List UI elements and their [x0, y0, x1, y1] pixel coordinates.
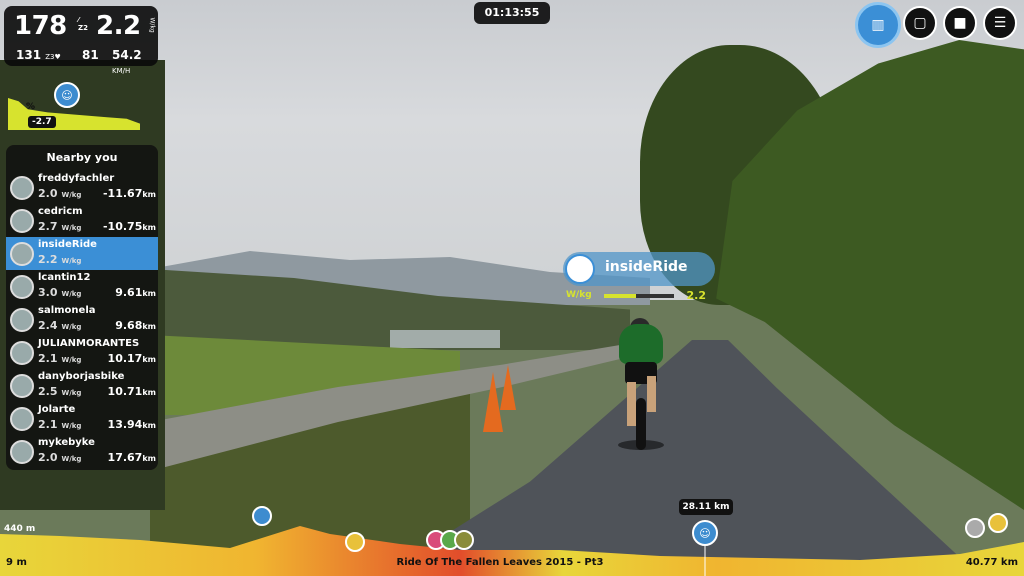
- nearby-list: freddyfachler 2.0 W/kg -11.67km cedricm 2.7 W/…: [6, 171, 158, 468]
- my-position-icon: ☺: [692, 520, 718, 546]
- rider-name: cedricm: [38, 206, 83, 217]
- current-distance: 28.11 km: [679, 499, 733, 515]
- chat-button[interactable]: ▢: [903, 6, 937, 40]
- list-item[interactable]: salmonela 2.4 W/kg 9.68km: [6, 303, 158, 336]
- elevation-label: 440 m: [4, 524, 36, 534]
- wkg-value: 2.2: [96, 11, 141, 41]
- avatar: [10, 308, 34, 332]
- rider-distance: -11.67km: [102, 187, 156, 200]
- avatar: [10, 209, 34, 233]
- leg: [627, 382, 636, 426]
- avatar: [565, 254, 595, 284]
- menu-icon: ☰: [993, 15, 1007, 31]
- rider-distance: 9.68km: [115, 319, 156, 332]
- chat-icon: ▢: [913, 15, 927, 31]
- stats-panel: 178 ⁄ Z2 2.2 W/kg 131 Z3♥ 81 54.2 KM/H: [4, 6, 158, 75]
- rider-name-tag: insideRide: [563, 252, 715, 286]
- list-item[interactable]: mykebyke 2.0 W/kg 17.67km: [6, 435, 158, 468]
- rider-wkg: 2.5 W/kg: [38, 385, 82, 398]
- rider-name: salmonela: [38, 305, 96, 316]
- rider-tag-wkg: W/kg 2.2: [566, 289, 708, 304]
- rider-wkg: 2.7 W/kg: [38, 220, 82, 233]
- cadence: 81: [82, 48, 99, 62]
- rider-marker-icon[interactable]: [988, 513, 1008, 533]
- rider-name: lcantin12: [38, 272, 91, 283]
- rider-distance: 9.61km: [115, 286, 156, 299]
- route-name: Ride Of The Fallen Leaves 2015 - Pt3: [396, 557, 604, 568]
- wkg-tag-value: 2.2: [686, 289, 707, 302]
- rider-marker-icon[interactable]: [454, 530, 474, 550]
- rider-marker-icon[interactable]: [965, 518, 985, 538]
- wkg-bar-fill: [604, 294, 636, 298]
- nearby-panel: Nearby you freddyfachler 2.0 W/kg -11.67km c…: [6, 145, 158, 470]
- stop-icon: ■: [953, 15, 967, 31]
- stop-button[interactable]: ■: [943, 6, 977, 40]
- rider-distance: 10.17km: [107, 352, 156, 365]
- menu-button[interactable]: ☰: [983, 6, 1017, 40]
- rider-name: mykebyke: [38, 437, 95, 448]
- speed: 54.2 KM/H: [112, 48, 142, 75]
- rider-tag-name: insideRide: [605, 259, 688, 275]
- rider-distance: 17.67km: [107, 451, 156, 464]
- slope-value: -2.7: [28, 116, 56, 128]
- traffic-cone: [500, 365, 516, 410]
- rider-wkg: 2.1 W/kg: [38, 418, 82, 431]
- list-item[interactable]: danyborjasbike 2.5 W/kg 10.71km: [6, 369, 158, 402]
- cyclist-avatar: [615, 318, 667, 450]
- rider-name: danyborjasbike: [38, 371, 125, 382]
- list-item[interactable]: freddyfachler 2.0 W/kg -11.67km: [6, 171, 158, 204]
- avatar: [10, 275, 34, 299]
- rider-name: freddyfachler: [38, 173, 115, 184]
- rider-name: JULIANMORANTES: [38, 338, 140, 349]
- nearby-title: Nearby you: [46, 151, 118, 164]
- power-zone: ⁄ Z2: [78, 16, 88, 32]
- rider-wkg: 2.4 W/kg: [38, 319, 82, 332]
- list-item[interactable]: lcantin12 3.0 W/kg 9.61km: [6, 270, 158, 303]
- rider-marker-icon[interactable]: [252, 506, 272, 526]
- lake: [390, 330, 500, 348]
- rider-wkg: 2.2 W/kg: [38, 253, 82, 266]
- rider-name: insideRide: [38, 239, 97, 250]
- heart-rate: 131 Z3♥: [16, 48, 61, 62]
- power-value: 178: [14, 11, 67, 41]
- list-item[interactable]: JULIANMORANTES 2.1 W/kg 10.17km: [6, 336, 158, 369]
- avatar: [10, 242, 34, 266]
- bike-wheel: [636, 398, 646, 450]
- list-item[interactable]: cedricm 2.7 W/kg -10.75km: [6, 204, 158, 237]
- slope-label: %: [26, 102, 36, 112]
- rider-distance: 13.94km: [107, 418, 156, 431]
- rider-wkg: 2.0 W/kg: [38, 187, 82, 200]
- wkg-bar: [604, 294, 674, 298]
- avatar: [10, 176, 34, 200]
- rider-distance: 10.71km: [107, 385, 156, 398]
- avatar: [10, 407, 34, 431]
- map-icon: ▥: [871, 17, 885, 33]
- rider-wkg: 3.0 W/kg: [38, 286, 82, 299]
- jersey: [619, 324, 663, 364]
- avatar: [10, 341, 34, 365]
- start-distance: 9 m: [6, 557, 27, 568]
- elapsed-timer: 01:13:55: [474, 2, 550, 24]
- list-item[interactable]: Jolarte 2.1 W/kg 13.94km: [6, 402, 158, 435]
- wkg-label: W/kg: [566, 290, 592, 300]
- rider-distance: -10.75km: [102, 220, 156, 233]
- rider-marker-icon[interactable]: [345, 532, 365, 552]
- avatar: [10, 374, 34, 398]
- rider-wkg: 2.0 W/kg: [38, 451, 82, 464]
- end-distance: 40.77 km: [965, 557, 1018, 568]
- avatar: [10, 440, 34, 464]
- wkg-unit: W/kg: [148, 17, 156, 33]
- leg: [647, 376, 656, 412]
- slope-indicator: % -2.7: [8, 98, 140, 130]
- rider-name: Jolarte: [38, 404, 76, 415]
- map-button[interactable]: ▥: [855, 2, 901, 48]
- list-item[interactable]: insideRide 2.2 W/kg: [6, 237, 158, 270]
- rider-wkg: 2.1 W/kg: [38, 352, 82, 365]
